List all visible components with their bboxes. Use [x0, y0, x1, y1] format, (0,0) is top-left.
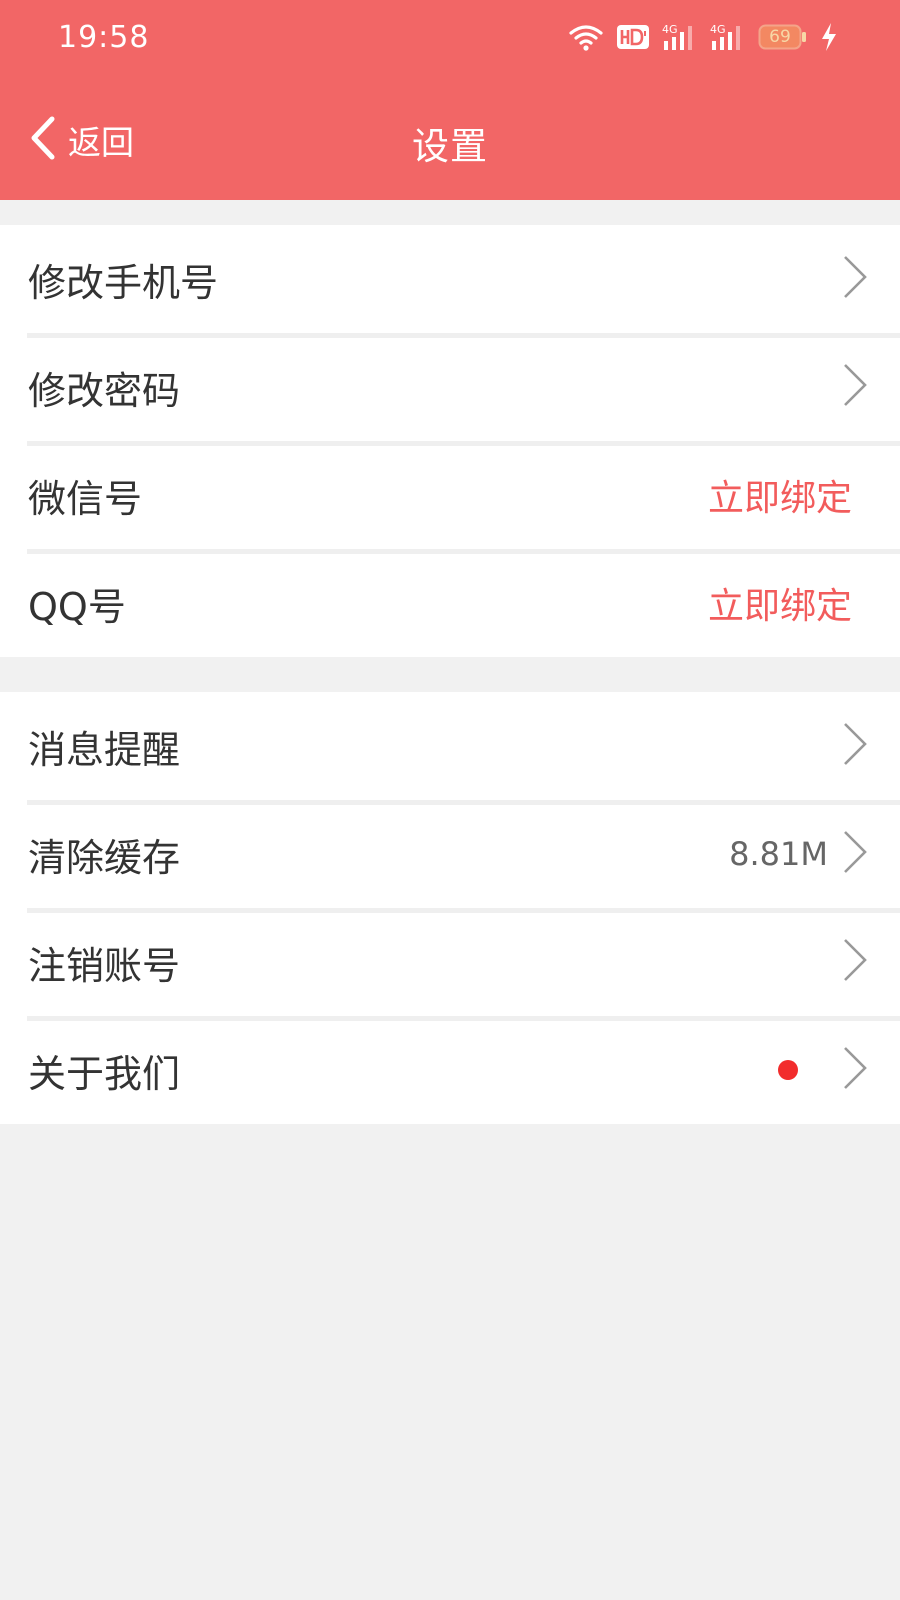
svg-text:4G: 4G: [662, 23, 678, 36]
new-badge-dot: [778, 1060, 798, 1080]
settings-group-app: 消息提醒 清除缓存 8.81M 注销账号 关于我们: [0, 692, 900, 1124]
change-password-row[interactable]: 修改密码: [0, 333, 900, 441]
cache-size: 8.81M: [729, 835, 828, 873]
row-right: 8.81M: [729, 829, 868, 879]
wechat-row: 微信号 立即绑定: [0, 441, 900, 549]
status-time: 19:58: [58, 20, 150, 55]
status-icons: 4G 4G 69: [568, 22, 838, 52]
nav-bar: 返回 设置: [0, 88, 900, 192]
charging-icon: [820, 22, 838, 52]
row-label: 清除缓存: [28, 835, 181, 880]
row-right: [842, 937, 868, 987]
svg-text:4G: 4G: [710, 23, 726, 36]
row-label: 修改手机号: [28, 260, 219, 305]
row-label: 修改密码: [28, 368, 181, 413]
row-label: QQ号: [28, 584, 126, 629]
qq-bind-button[interactable]: 立即绑定: [708, 577, 852, 629]
row-right: [842, 254, 868, 304]
hd-icon: [616, 24, 650, 50]
clear-cache-row[interactable]: 清除缓存 8.81M: [0, 800, 900, 908]
row-right: [842, 721, 868, 771]
wechat-bind-button[interactable]: 立即绑定: [708, 469, 852, 521]
chevron-right-icon: [842, 829, 868, 879]
row-right: [842, 362, 868, 412]
row-right: 立即绑定: [708, 577, 868, 629]
about-us-row[interactable]: 关于我们: [0, 1016, 900, 1124]
change-phone-row[interactable]: 修改手机号: [0, 225, 900, 333]
notifications-row[interactable]: 消息提醒: [0, 692, 900, 800]
row-label: 微信号: [28, 476, 143, 521]
signal-4g-icon: 4G: [662, 22, 698, 52]
chevron-right-icon: [842, 254, 868, 304]
status-bar: 19:58 4G 4G 69: [0, 0, 900, 80]
row-label: 注销账号: [28, 943, 181, 988]
chevron-right-icon: [842, 362, 868, 412]
battery-icon: 69: [758, 23, 808, 51]
chevron-right-icon: [842, 1045, 868, 1095]
chevron-right-icon: [842, 937, 868, 987]
page-title: 设置: [412, 125, 488, 168]
battery-level: 69: [769, 27, 791, 47]
row-label: 关于我们: [28, 1051, 181, 1096]
qq-row: QQ号 立即绑定: [0, 549, 900, 657]
chevron-right-icon: [842, 721, 868, 771]
row-right: [778, 1045, 868, 1095]
signal-4g-icon: 4G: [710, 22, 746, 52]
row-label: 消息提醒: [28, 727, 181, 772]
row-right: 立即绑定: [708, 469, 868, 521]
wifi-icon: [568, 22, 604, 52]
settings-group-account: 修改手机号 修改密码 微信号 立即绑定 QQ号 立即绑定: [0, 225, 900, 657]
delete-account-row[interactable]: 注销账号: [0, 908, 900, 1016]
app-header: 19:58 4G 4G 69 返回 设置: [0, 0, 900, 200]
